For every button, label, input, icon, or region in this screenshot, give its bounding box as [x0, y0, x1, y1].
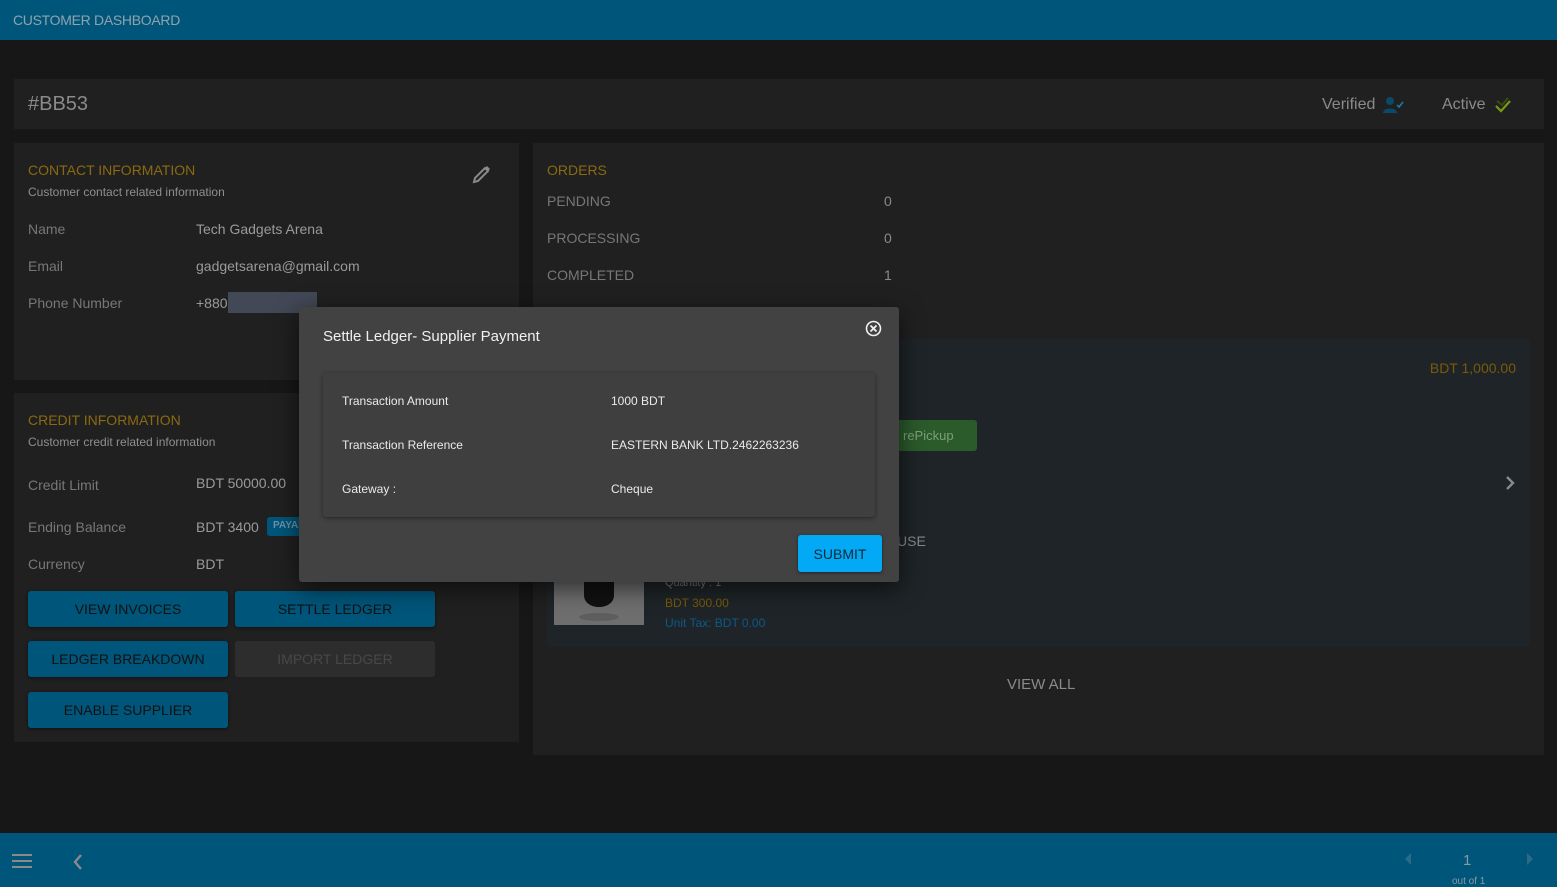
product-price: BDT 300.00 [665, 596, 729, 610]
ledger-breakdown-button[interactable]: LEDGER BREAKDOWN [28, 641, 228, 677]
settle-ledger-button[interactable]: SETTLE LEDGER [235, 591, 435, 627]
chevron-right-icon[interactable] [1504, 474, 1516, 492]
credit-title: CREDIT INFORMATION [28, 412, 181, 428]
credit-limit-value: BDT 50000.00 [196, 475, 287, 491]
contact-subtitle: Customer contact related information [28, 185, 225, 199]
ending-balance-label: Ending Balance [28, 519, 127, 535]
completed-count: 1 [884, 267, 892, 283]
name-value: Tech Gadgets Arena [196, 221, 323, 237]
edit-pencil-icon[interactable] [470, 164, 492, 186]
credit-subtitle: Customer credit related information [28, 435, 216, 449]
close-circle-icon[interactable] [865, 320, 882, 337]
app-title: CUSTOMER DASHBOARD [13, 12, 181, 28]
email-value: gadgetsarena@gmail.com [196, 258, 360, 274]
current-page: 1 [1463, 852, 1472, 869]
active-label: Active [1442, 96, 1486, 113]
page-total: out of 1 [1452, 876, 1486, 887]
transaction-amount-label: Transaction Amount [342, 394, 449, 408]
gateway-value: Cheque [611, 482, 654, 496]
contact-title: CONTACT INFORMATION [28, 162, 196, 178]
name-label: Name [28, 221, 66, 237]
pending-count: 0 [884, 193, 892, 209]
product-name: USE [897, 533, 926, 549]
back-chevron-icon[interactable] [72, 853, 84, 871]
page-prev-icon[interactable] [1404, 853, 1412, 865]
verified-user-icon [1383, 97, 1404, 113]
transaction-details: Transaction Amount 1000 BDT Transaction … [323, 373, 875, 517]
enable-supplier-button[interactable]: ENABLE SUPPLIER [28, 692, 228, 728]
double-check-icon [1494, 97, 1511, 113]
gateway-label: Gateway : [342, 482, 397, 496]
import-ledger-button: IMPORT LEDGER [235, 641, 435, 677]
orders-title: ORDERS [547, 162, 607, 178]
processing-label: PROCESSING [547, 230, 641, 246]
order-amount: BDT 1,000.00 [1429, 360, 1516, 376]
view-invoices-button[interactable]: VIEW INVOICES [28, 591, 228, 627]
settle-ledger-modal: Settle Ledger- Supplier Payment Transact… [299, 307, 899, 582]
verified-label: Verified [1322, 96, 1376, 113]
submit-button[interactable]: SUBMIT [798, 535, 882, 572]
view-all-orders-link[interactable]: VIEW ALL [1007, 676, 1075, 693]
customer-id: #BB53 [28, 93, 89, 115]
modal-title: Settle Ledger- Supplier Payment [323, 328, 540, 345]
currency-value: BDT [196, 556, 224, 572]
pending-label: PENDING [547, 193, 611, 209]
page-next-icon[interactable] [1526, 853, 1534, 865]
phone-value: +880 [196, 295, 228, 311]
phone-label: Phone Number [28, 295, 123, 311]
bottom-nav-bar: 1 out of 1 [0, 833, 1557, 887]
currency-label: Currency [28, 556, 85, 572]
completed-label: COMPLETED [547, 267, 635, 283]
verified-status: Verified [1322, 96, 1405, 114]
product-unit-tax: Unit Tax: BDT 0.00 [665, 616, 766, 630]
hamburger-menu-icon[interactable] [12, 853, 32, 869]
credit-limit-label: Credit Limit [28, 477, 99, 493]
email-label: Email [28, 258, 64, 274]
ending-balance-value: BDT 3400 [196, 519, 259, 535]
customer-header: #BB53 Verified Active [14, 79, 1544, 129]
transaction-amount-value: 1000 BDT [611, 394, 666, 408]
active-status: Active [1442, 96, 1512, 114]
processing-count: 0 [884, 230, 892, 246]
transaction-reference-value: EASTERN BANK LTD.2462263236 [611, 438, 799, 452]
transaction-reference-label: Transaction Reference [342, 438, 463, 452]
top-app-bar: CUSTOMER DASHBOARD [0, 0, 1557, 40]
